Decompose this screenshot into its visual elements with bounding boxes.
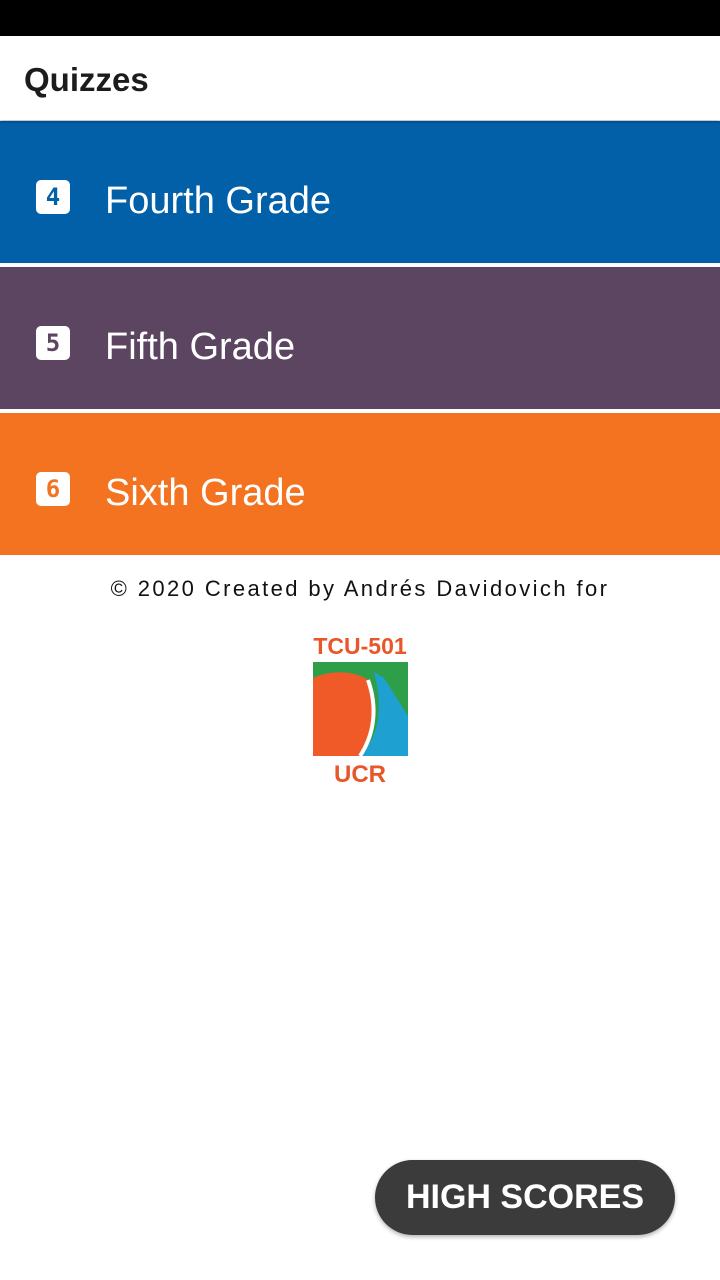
number-5-icon: 5 (36, 326, 70, 360)
grade-item-fifth[interactable]: 5 Fifth Grade (0, 267, 720, 409)
logo-top-text: TCU-501 (313, 633, 407, 659)
grade-item-fourth[interactable]: 4 Fourth Grade (0, 121, 720, 263)
grade-item-label: Sixth Grade (105, 472, 306, 514)
number-6-icon: 6 (36, 472, 70, 506)
logo-orange-shape (313, 672, 374, 756)
logo-bottom-text: UCR (334, 761, 386, 788)
number-4-icon: 4 (36, 180, 70, 214)
status-bar (0, 0, 720, 36)
grade-item-label: Fourth Grade (105, 180, 331, 222)
tcu-ucr-logo: TCU-501 UCR (313, 633, 408, 788)
app-bar: Quizzes (0, 36, 720, 120)
high-scores-button[interactable]: HIGH SCORES (375, 1160, 675, 1235)
grade-item-label: Fifth Grade (105, 326, 296, 368)
page-title: Quizzes (24, 61, 149, 98)
grade-item-sixth[interactable]: 6 Sixth Grade (0, 413, 720, 555)
credit-text: © 2020 Created by Andrés Davidovich for (110, 576, 610, 601)
